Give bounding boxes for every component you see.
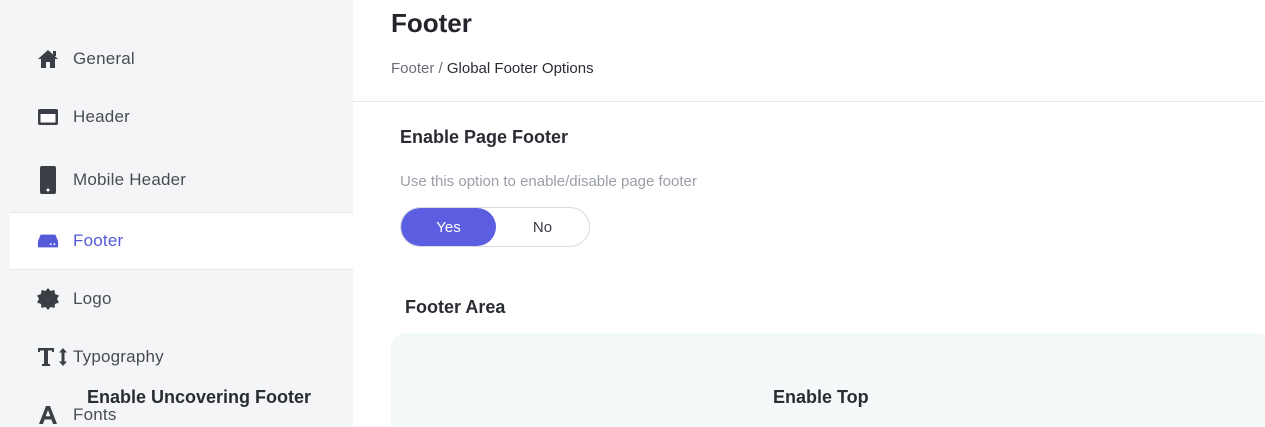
toggle-no-button[interactable]: No bbox=[496, 208, 589, 246]
sidebar: General Header Mobile Header Footer Logo bbox=[0, 0, 353, 427]
header-icon bbox=[37, 106, 59, 128]
badge-icon bbox=[37, 288, 59, 310]
typography-icon bbox=[37, 346, 71, 368]
app-window: General Header Mobile Header Footer Logo bbox=[0, 0, 1265, 427]
home-icon bbox=[37, 48, 59, 70]
sidebar-item-label: Logo bbox=[73, 289, 112, 308]
option-title: Enable Page Footer bbox=[400, 127, 569, 147]
sidebar-item-header[interactable]: Header bbox=[10, 89, 353, 145]
breadcrumb-separator: / bbox=[434, 60, 447, 77]
toggle-yes-button[interactable]: Yes bbox=[401, 208, 496, 246]
footer-icon bbox=[37, 230, 59, 252]
page-title: Footer bbox=[391, 8, 472, 38]
sidebar-item-mobile-header[interactable]: Mobile Header bbox=[10, 152, 353, 208]
uncovering-footer-label: Enable Uncovering Footer bbox=[87, 387, 312, 407]
header-divider bbox=[353, 101, 1265, 102]
sidebar-item-label: Mobile Header bbox=[73, 170, 187, 189]
breadcrumb: Footer / Global Footer Options bbox=[391, 60, 594, 77]
font-icon bbox=[37, 404, 59, 426]
sidebar-item-label: General bbox=[73, 49, 135, 68]
enable-top-label: Enable Top bbox=[773, 387, 869, 407]
section-title: Footer Area bbox=[405, 297, 506, 317]
sidebar-item-logo[interactable]: Logo bbox=[10, 271, 353, 327]
sidebar-item-typography[interactable]: Typography bbox=[10, 329, 353, 385]
mobile-icon bbox=[37, 166, 59, 194]
sidebar-item-general[interactable]: General bbox=[10, 31, 353, 87]
sidebar-item-label: Footer bbox=[73, 231, 124, 250]
sidebar-item-label: Typography bbox=[73, 347, 164, 366]
breadcrumb-parent-link[interactable]: Footer bbox=[391, 60, 434, 77]
sidebar-item-label: Header bbox=[73, 107, 130, 126]
sidebar-item-label: Fonts bbox=[73, 405, 117, 424]
footer-area-panel bbox=[391, 333, 1265, 427]
main-content: Footer Footer / Global Footer Options En… bbox=[353, 0, 1265, 427]
option-description: Use this option to enable/disable page f… bbox=[400, 173, 697, 190]
breadcrumb-current: Global Footer Options bbox=[446, 60, 594, 77]
sidebar-item-footer[interactable]: Footer bbox=[10, 212, 353, 270]
enable-footer-toggle: Yes No bbox=[400, 207, 590, 247]
